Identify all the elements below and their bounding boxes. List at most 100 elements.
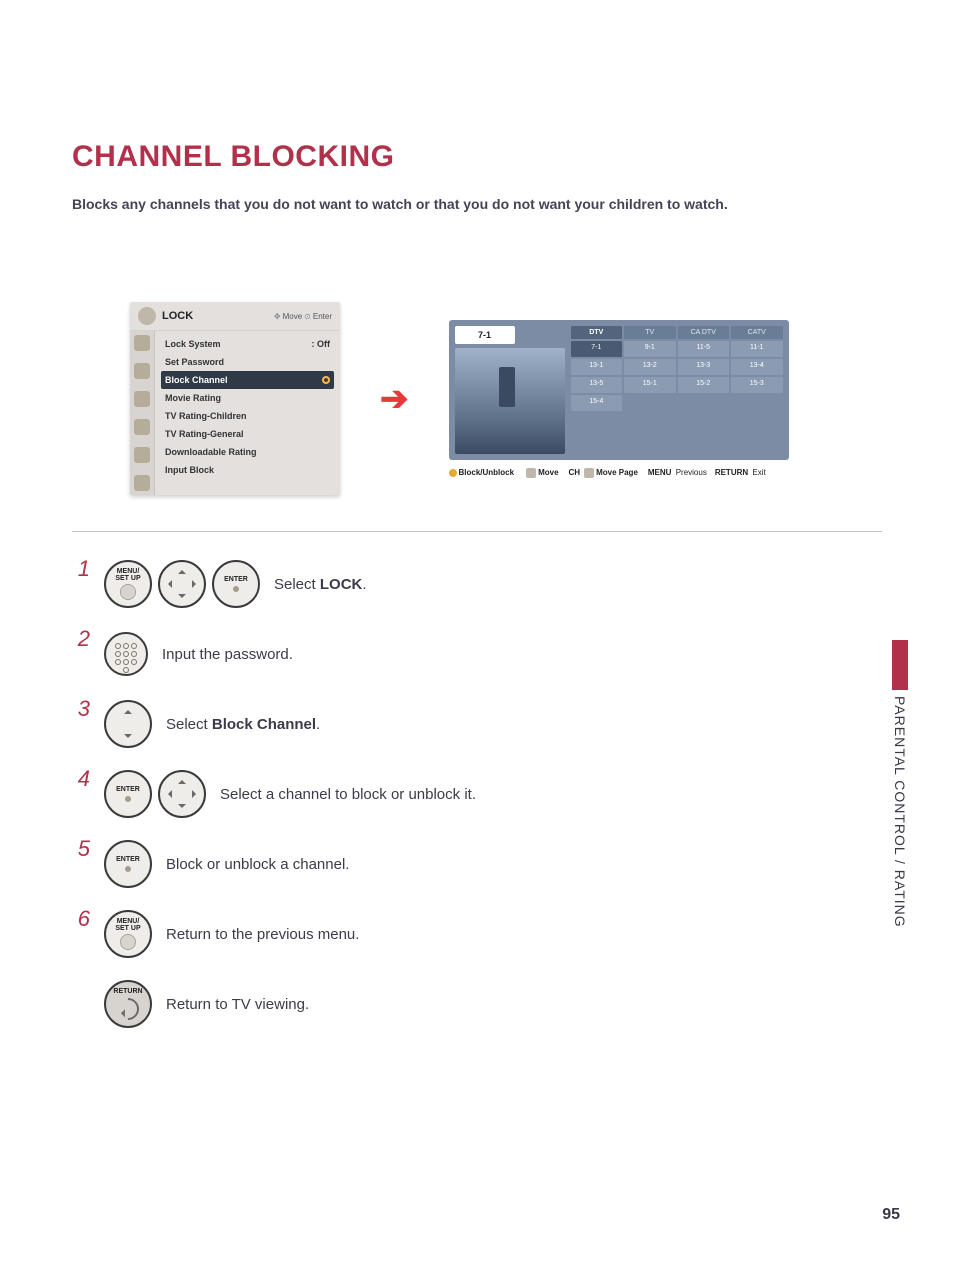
step-buttons (104, 632, 148, 676)
step-5: 5 ENTER Block or unblock a channel. (76, 832, 882, 896)
channel-cell[interactable]: 9-1 (624, 341, 676, 357)
page-title: CHANNEL BLOCKING (72, 140, 882, 174)
channel-tab[interactable]: CATV (731, 326, 783, 339)
step-text: Block or unblock a channel. (166, 856, 349, 873)
current-channel-chip: 7-1 (455, 326, 515, 344)
channel-cell[interactable]: 15-3 (731, 377, 783, 393)
channel-cell (731, 395, 783, 411)
channel-preview: 7-1 (455, 326, 565, 454)
section-label: PARENTAL CONTROL / RATING (892, 696, 908, 928)
lock-item-label: TV Rating-General (165, 429, 244, 439)
channel-panel-body: 7-1 DTVTVCA DTVCATV 7-19-111-511-113-113… (449, 320, 789, 460)
updown-icon (584, 468, 594, 478)
dpad-button[interactable] (158, 560, 206, 608)
page-number: 95 (882, 1206, 900, 1224)
lock-menu-list: Lock System : Off Set Password Block Channe… (155, 331, 340, 495)
step-buttons: MENU/ SET UP ENTER (104, 560, 260, 608)
lock-item-label: Input Block (165, 465, 214, 475)
channel-rows: 7-19-111-511-113-113-213-313-413-515-115… (571, 341, 783, 411)
step-text: Return to TV viewing. (166, 996, 309, 1013)
arrow-left-icon (164, 790, 172, 798)
arrow-up-icon (178, 566, 186, 574)
lock-item-label: Lock System (165, 339, 221, 349)
lock-item-label: Block Channel (165, 375, 228, 385)
hint-move: Move (283, 312, 303, 321)
lock-menu-title: LOCK (162, 310, 274, 322)
lock-icon-rail (130, 331, 155, 495)
step-number: 1 (76, 556, 90, 582)
page-subtitle: Blocks any channels that you do not want… (72, 196, 882, 212)
menu-category-icon (134, 363, 150, 379)
channel-cell[interactable]: 15-1 (624, 377, 676, 393)
button-label: ENTER (116, 856, 140, 863)
lock-item-label: Movie Rating (165, 393, 221, 403)
lock-item-label: Set Password (165, 357, 224, 367)
side-tab: PARENTAL CONTROL / RATING (890, 640, 910, 940)
step-buttons: RETURN (104, 980, 152, 1028)
menu-category-icon (134, 335, 150, 351)
lock-menu-item[interactable]: Input Block (161, 461, 334, 479)
step-text: Input the password. (162, 646, 293, 663)
arrow-up-icon (124, 706, 132, 714)
dpad-button[interactable] (158, 770, 206, 818)
enter-button[interactable]: ENTER (104, 840, 152, 888)
numpad-button[interactable] (104, 632, 148, 676)
step-1: 1 MENU/ SET UP ENTER (76, 552, 882, 616)
step-text: Select a channel to block or unblock it. (220, 786, 476, 803)
channel-tab[interactable]: DTV (571, 326, 623, 339)
footer-exit: RETURN Exit (715, 468, 766, 477)
channel-cell[interactable]: 15-2 (678, 377, 730, 393)
channel-tab[interactable]: TV (624, 326, 676, 339)
page: CHANNEL BLOCKING Blocks any channels tha… (0, 0, 954, 1272)
move-glyph-icon: ✥ (274, 312, 281, 321)
lock-menu-panel: LOCK ✥ Move ⊙ Enter Lock System : Off (130, 302, 340, 495)
enter-button[interactable]: ENTER (104, 770, 152, 818)
channel-tab[interactable]: CA DTV (678, 326, 730, 339)
step-number: 3 (76, 696, 90, 722)
step-buttons: ENTER (104, 770, 206, 818)
channel-cell[interactable]: 7-1 (571, 341, 623, 357)
lock-menu-item[interactable]: Lock System : Off (161, 335, 334, 353)
step-buttons: ENTER (104, 840, 152, 888)
lock-item-label: TV Rating-Children (165, 411, 247, 421)
enter-button[interactable]: ENTER (212, 560, 260, 608)
return-arrow-icon (112, 993, 143, 1024)
footer-previous: MENU Previous (648, 468, 707, 477)
gear-icon (138, 307, 156, 325)
lock-menu-item[interactable]: TV Rating-General (161, 425, 334, 443)
lock-menu-item[interactable]: Downloadable Rating (161, 443, 334, 461)
channel-footer: Block/Unblock Move CHMove Page MENU Prev… (449, 468, 789, 478)
channel-cell[interactable]: 15-4 (571, 395, 623, 411)
lock-menu-item[interactable]: Block Channel (161, 371, 334, 389)
lock-menu-item[interactable]: Movie Rating (161, 389, 334, 407)
channel-cell[interactable]: 13-5 (571, 377, 623, 393)
lock-menu-header: LOCK ✥ Move ⊙ Enter (130, 302, 340, 331)
channel-cell[interactable]: 13-2 (624, 359, 676, 375)
footer-move: Move (524, 468, 560, 478)
lock-menu-body: Lock System : Off Set Password Block Channe… (130, 331, 340, 495)
arrow-down-icon (124, 734, 132, 742)
enter-glyph-icon: ⊙ (304, 312, 311, 321)
step-buttons (104, 700, 152, 748)
return-button[interactable]: RETURN (104, 980, 152, 1028)
channel-cell[interactable]: 11-5 (678, 341, 730, 357)
lock-menu-item[interactable]: Set Password (161, 353, 334, 371)
channel-cell[interactable]: 13-3 (678, 359, 730, 375)
steps: 1 MENU/ SET UP ENTER (76, 552, 882, 1036)
preview-thumbnail (455, 348, 565, 454)
channel-cell[interactable]: 13-4 (731, 359, 783, 375)
menu-button[interactable]: MENU/ SET UP (104, 910, 152, 958)
channel-cell[interactable]: 11-1 (731, 341, 783, 357)
menu-button[interactable]: MENU/ SET UP (104, 560, 152, 608)
channel-cell[interactable]: 13-1 (571, 359, 623, 375)
diagram-row: LOCK ✥ Move ⊙ Enter Lock System : Off (130, 302, 882, 495)
lock-item-label: Downloadable Rating (165, 447, 257, 457)
enter-dot-icon (233, 586, 239, 592)
step-2: 2 Input the password. (76, 622, 882, 686)
updown-button[interactable] (104, 700, 152, 748)
step-6: 6 MENU/ SET UP Return to the previous me… (76, 902, 882, 966)
lock-item-value: : Off (312, 339, 331, 349)
dot-icon (449, 469, 457, 477)
step-number: 6 (76, 906, 90, 932)
lock-menu-item[interactable]: TV Rating-Children (161, 407, 334, 425)
